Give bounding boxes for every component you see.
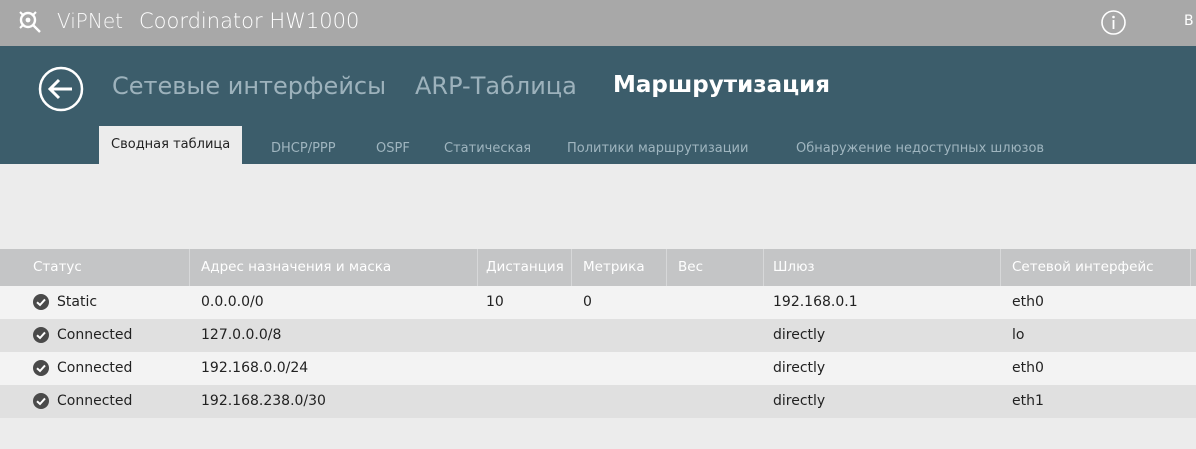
column-divider xyxy=(571,249,572,286)
subtab-dhcp-ppp[interactable]: DHCP/PPP xyxy=(271,138,336,166)
column-divider xyxy=(477,249,478,286)
column-header-status[interactable]: Статус xyxy=(33,249,82,286)
column-divider xyxy=(1190,249,1191,286)
app-product-name: Coordinator HW1000 xyxy=(138,9,360,33)
cell-gateway: directly xyxy=(773,327,826,343)
cell-interface: lo xyxy=(1012,327,1025,343)
tab-routing[interactable]: Маршрутизация xyxy=(613,72,830,98)
cell-interface: eth0 xyxy=(1012,360,1044,376)
status-ok-icon xyxy=(33,294,49,310)
column-divider xyxy=(1000,249,1001,286)
cell-gateway: 192.168.0.1 xyxy=(773,294,858,310)
column-header-gateway[interactable]: Шлюз xyxy=(773,249,815,286)
status-ok-icon xyxy=(33,393,49,409)
cell-destination: 127.0.0.0/8 xyxy=(201,327,282,343)
table-row[interactable]: Connected 192.168.0.0/24 directly eth0 xyxy=(0,352,1196,385)
cell-interface: eth1 xyxy=(1012,393,1044,409)
vipnet-logo-icon xyxy=(19,11,41,33)
column-header-destination[interactable]: Адрес назначения и маска xyxy=(201,249,391,286)
table-row[interactable]: Connected 127.0.0.0/8 directly lo xyxy=(0,319,1196,352)
title-bar: ViPNet Coordinator HW1000 B xyxy=(0,0,1196,46)
cell-destination: 0.0.0.0/0 xyxy=(201,294,264,310)
tab-network-interfaces[interactable]: Сетевые интерфейсы xyxy=(112,72,386,100)
cell-status: Static xyxy=(57,294,98,310)
subtab-summary-table[interactable]: Сводная таблица xyxy=(99,126,243,164)
section-header: Сетевые интерфейсы ARP-Таблица Маршрутиз… xyxy=(0,46,1196,164)
subtab-gateway-detection[interactable]: Обнаружение недоступных шлюзов xyxy=(796,138,1044,166)
cell-metric: 0 xyxy=(583,294,592,310)
status-ok-icon xyxy=(33,360,49,376)
column-header-weight[interactable]: Вес xyxy=(678,249,703,286)
column-header-interface[interactable]: Сетевой интерфейс xyxy=(1012,249,1154,286)
cell-gateway: directly xyxy=(773,393,826,409)
subtab-routing-policies[interactable]: Политики маршрутизации xyxy=(567,138,748,166)
status-ok-icon xyxy=(33,327,49,343)
back-button[interactable] xyxy=(38,66,84,112)
cell-status: Connected xyxy=(57,327,133,343)
cell-destination: 192.168.238.0/30 xyxy=(201,393,326,409)
cell-interface: eth0 xyxy=(1012,294,1044,310)
table-header: Статус Адрес назначения и маска Дистанци… xyxy=(0,249,1196,286)
table-row[interactable]: Static 0.0.0.0/0 10 0 192.168.0.1 eth0 xyxy=(0,286,1196,319)
user-menu[interactable]: B xyxy=(1184,13,1194,29)
subtab-ospf[interactable]: OSPF xyxy=(376,138,410,166)
cell-distance: 10 xyxy=(486,294,504,310)
cell-status: Connected xyxy=(57,360,133,376)
app-window: ViPNet Coordinator HW1000 B Сетевые интер… xyxy=(0,0,1196,449)
table-row[interactable]: Connected 192.168.238.0/30 directly eth1 xyxy=(0,385,1196,418)
column-header-metric[interactable]: Метрика xyxy=(583,249,645,286)
column-header-distance[interactable]: Дистанция xyxy=(486,249,564,286)
tab-arp-table[interactable]: ARP-Таблица xyxy=(415,72,577,100)
cell-destination: 192.168.0.0/24 xyxy=(201,360,309,376)
column-divider xyxy=(666,249,667,286)
routing-table: Статус Адрес назначения и маска Дистанци… xyxy=(0,249,1196,418)
app-title: ViPNet Coordinator HW1000 xyxy=(57,9,359,33)
column-divider xyxy=(763,249,764,286)
column-divider xyxy=(189,249,190,286)
cell-gateway: directly xyxy=(773,360,826,376)
cell-status: Connected xyxy=(57,393,133,409)
app-brand: ViPNet xyxy=(57,9,123,33)
subtab-static[interactable]: Статическая xyxy=(444,138,531,166)
info-icon[interactable] xyxy=(1100,9,1127,36)
